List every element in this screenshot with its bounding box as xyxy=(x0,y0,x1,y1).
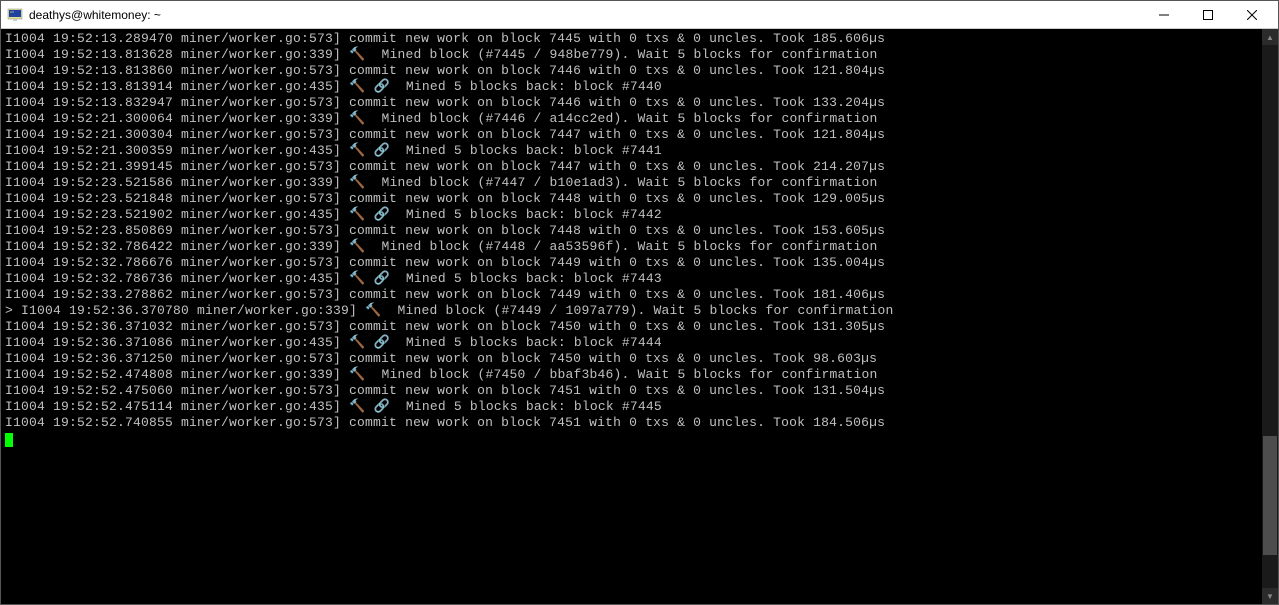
log-line: I1004 19:52:23.521586 miner/worker.go:33… xyxy=(5,175,1258,191)
prompt-line xyxy=(5,431,1258,447)
putty-window: deathys@whitemoney: ~ I1004 19:52:13.289… xyxy=(0,0,1279,605)
scroll-thumb[interactable] xyxy=(1263,436,1277,555)
log-line: I1004 19:52:13.813860 miner/worker.go:57… xyxy=(5,63,1258,79)
log-line: I1004 19:52:21.300064 miner/worker.go:33… xyxy=(5,111,1258,127)
scroll-down-button[interactable]: ▼ xyxy=(1262,588,1278,604)
maximize-button[interactable] xyxy=(1186,1,1230,29)
scroll-up-button[interactable]: ▲ xyxy=(1262,29,1278,45)
log-line: I1004 19:52:52.474808 miner/worker.go:33… xyxy=(5,367,1258,383)
log-line: I1004 19:52:52.475114 miner/worker.go:43… xyxy=(5,399,1258,415)
terminal-cursor xyxy=(5,433,13,447)
scrollbar[interactable]: ▲ ▼ xyxy=(1262,29,1278,604)
log-line: I1004 19:52:21.300304 miner/worker.go:57… xyxy=(5,127,1258,143)
titlebar[interactable]: deathys@whitemoney: ~ xyxy=(1,1,1278,29)
log-line: I1004 19:52:13.289470 miner/worker.go:57… xyxy=(5,31,1258,47)
log-line: I1004 19:52:13.813628 miner/worker.go:33… xyxy=(5,47,1258,63)
log-line: I1004 19:52:21.300359 miner/worker.go:43… xyxy=(5,143,1258,159)
log-line: I1004 19:52:36.371032 miner/worker.go:57… xyxy=(5,319,1258,335)
minimize-button[interactable] xyxy=(1142,1,1186,29)
log-line: I1004 19:52:13.813914 miner/worker.go:43… xyxy=(5,79,1258,95)
log-line: I1004 19:52:36.371086 miner/worker.go:43… xyxy=(5,335,1258,351)
log-line: I1004 19:52:23.521902 miner/worker.go:43… xyxy=(5,207,1258,223)
log-line: I1004 19:52:32.786736 miner/worker.go:43… xyxy=(5,271,1258,287)
log-line: I1004 19:52:21.399145 miner/worker.go:57… xyxy=(5,159,1258,175)
log-line: I1004 19:52:23.850869 miner/worker.go:57… xyxy=(5,223,1258,239)
putty-icon xyxy=(7,7,23,23)
log-line: I1004 19:52:32.786422 miner/worker.go:33… xyxy=(5,239,1258,255)
log-line: I1004 19:52:13.832947 miner/worker.go:57… xyxy=(5,95,1258,111)
scroll-track[interactable] xyxy=(1262,45,1278,588)
log-line: I1004 19:52:52.740855 miner/worker.go:57… xyxy=(5,415,1258,431)
terminal-output[interactable]: I1004 19:52:13.289470 miner/worker.go:57… xyxy=(1,29,1262,604)
window-title: deathys@whitemoney: ~ xyxy=(29,8,161,22)
log-line: I1004 19:52:23.521848 miner/worker.go:57… xyxy=(5,191,1258,207)
log-line: I1004 19:52:33.278862 miner/worker.go:57… xyxy=(5,287,1258,303)
log-line: > I1004 19:52:36.370780 miner/worker.go:… xyxy=(5,303,1258,319)
terminal-area: I1004 19:52:13.289470 miner/worker.go:57… xyxy=(1,29,1278,604)
close-button[interactable] xyxy=(1230,1,1274,29)
log-line: I1004 19:52:52.475060 miner/worker.go:57… xyxy=(5,383,1258,399)
log-line: I1004 19:52:36.371250 miner/worker.go:57… xyxy=(5,351,1258,367)
log-line: I1004 19:52:32.786676 miner/worker.go:57… xyxy=(5,255,1258,271)
